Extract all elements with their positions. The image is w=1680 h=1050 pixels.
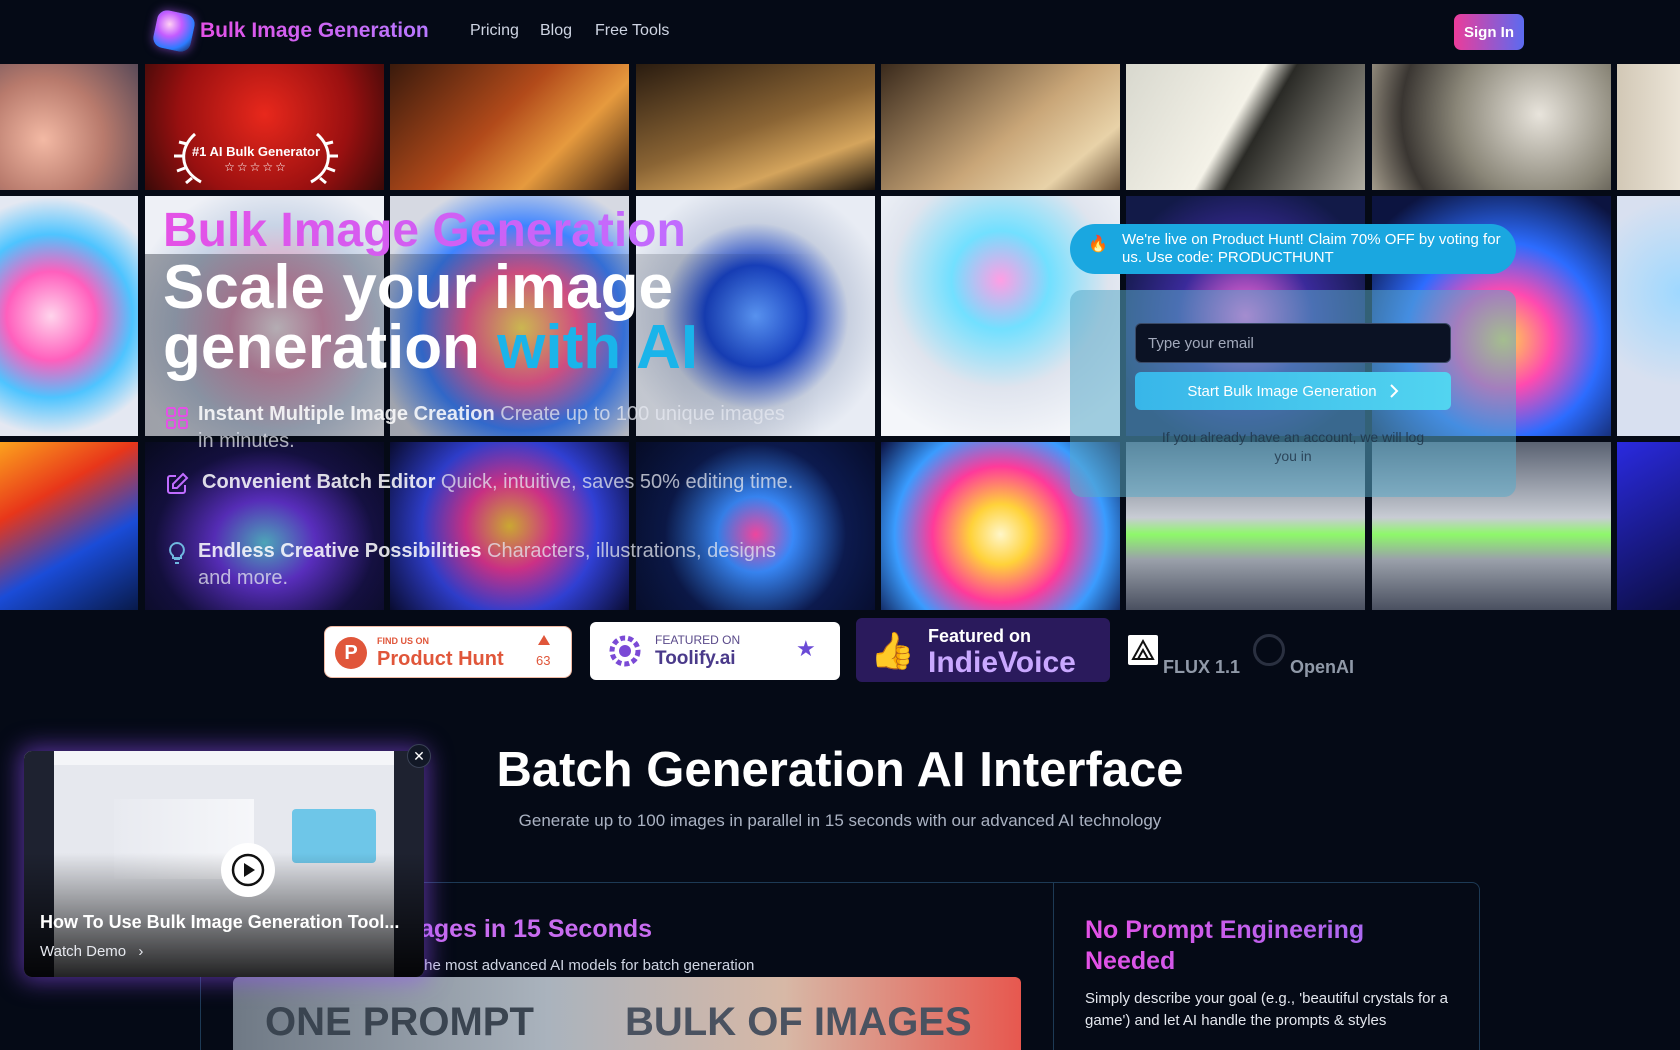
start-generation-label: Start Bulk Image Generation — [1187, 382, 1377, 400]
indievoice-name: IndieVoice — [928, 646, 1076, 679]
flux-logo-icon — [1128, 635, 1158, 665]
hero-title: Scale your image generation with AI — [163, 257, 863, 379]
gallery-image — [1126, 64, 1365, 190]
award-badge-text: #1 AI Bulk Generator — [191, 144, 321, 159]
gallery-image — [1617, 442, 1680, 610]
watch-demo-link[interactable]: Watch Demo › — [40, 943, 143, 960]
toolify-name: Toolify.ai — [655, 648, 736, 669]
feature-batch-editor: Convenient Batch Editor Quick, intuitive… — [165, 469, 805, 496]
feature-title: Convenient Batch Editor — [202, 471, 436, 493]
brand-logo-icon[interactable] — [151, 8, 197, 54]
gallery-image — [1617, 196, 1680, 436]
product-hunt-icon: P — [335, 637, 367, 669]
email-input[interactable] — [1135, 323, 1451, 363]
card-speed-title: ages in 15 Seconds — [420, 915, 653, 943]
play-icon — [231, 853, 265, 887]
chevron-right-icon: › — [138, 943, 144, 960]
login-note: If you already have an account, we will … — [1161, 429, 1425, 464]
gallery-image — [0, 196, 138, 436]
indievoice-badge[interactable]: 👍 Featured on IndieVoice — [856, 618, 1110, 682]
toolify-badge[interactable]: FEATURED ON Toolify.ai ★ — [590, 622, 840, 680]
gallery-image — [1372, 64, 1611, 190]
feature-desc: Quick, intuitive, saves 50% editing time… — [435, 471, 794, 493]
product-hunt-name: Product Hunt — [377, 648, 504, 670]
gallery-image — [390, 64, 629, 190]
nav-link-free-tools[interactable]: Free Tools — [595, 22, 669, 40]
upvote-icon — [538, 635, 550, 645]
card-no-prompt-title: No Prompt Engineering Needed — [1085, 915, 1405, 977]
product-hunt-small: FIND US ON — [377, 636, 430, 646]
upvote-count: 63 — [536, 653, 551, 668]
promo-text: We're live on Product Hunt! Claim 70% OF… — [1122, 231, 1501, 266]
sign-in-button[interactable]: Sign In — [1454, 14, 1524, 50]
grid-divider — [1053, 882, 1054, 1050]
chevron-right-icon — [1389, 384, 1399, 398]
feature-creative: Endless Creative Possibilities Character… — [165, 538, 805, 592]
gallery-image — [0, 442, 138, 610]
banner-right-text: BULK OF IMAGES — [625, 1000, 972, 1044]
card-speed-subtitle: the most advanced AI models for batch ge… — [420, 957, 755, 974]
thumbs-up-icon: 👍 — [870, 630, 915, 671]
hero-title-accent: with AI — [497, 313, 699, 382]
play-button[interactable] — [221, 843, 275, 897]
watch-demo-label: Watch Demo — [40, 943, 127, 960]
feature-title: Endless Creative Possibilities — [198, 540, 482, 562]
openai-logo-icon — [1253, 634, 1285, 666]
indievoice-small: Featured on — [928, 626, 1032, 646]
gallery-image — [881, 64, 1120, 190]
video-title: How To Use Bulk Image Generation Tool... — [40, 912, 400, 932]
nav-link-blog[interactable]: Blog — [540, 22, 572, 40]
card-no-prompt-desc: Simply describe your goal (e.g., 'beauti… — [1085, 990, 1449, 1029]
flux-label: FLUX 1.1 — [1163, 657, 1241, 677]
gallery-image — [1617, 64, 1680, 190]
award-stars: ☆☆☆☆☆ — [224, 160, 288, 174]
close-video-button[interactable]: ✕ — [407, 744, 431, 768]
hero-subtitle: Bulk Image Generation — [163, 204, 686, 257]
banner-left-text: ONE PROMPT — [265, 1000, 534, 1044]
demo-video-player[interactable]: How To Use Bulk Image Generation Tool...… — [24, 751, 424, 977]
brand-name[interactable]: Bulk Image Generation — [200, 19, 429, 43]
start-generation-button[interactable]: Start Bulk Image Generation — [1135, 372, 1451, 410]
feature-instant-multiple: Instant Multiple Image Creation Create u… — [165, 401, 805, 455]
fire-icon: 🔥 — [1088, 236, 1108, 253]
star-icon: ★ — [796, 636, 816, 661]
nav-link-pricing[interactable]: Pricing — [470, 22, 519, 40]
gallery-image — [636, 64, 875, 190]
feature-title: Instant Multiple Image Creation — [198, 403, 495, 425]
toolify-small: FEATURED ON — [655, 633, 741, 647]
toolify-logo-icon — [609, 635, 641, 667]
gallery-image — [0, 64, 138, 190]
openai-label: OpenAI — [1290, 657, 1355, 677]
top-nav: Bulk Image Generation Pricing Blog Free … — [0, 0, 1680, 64]
product-hunt-badge[interactable]: P FIND US ON Product Hunt 63 — [324, 626, 572, 678]
